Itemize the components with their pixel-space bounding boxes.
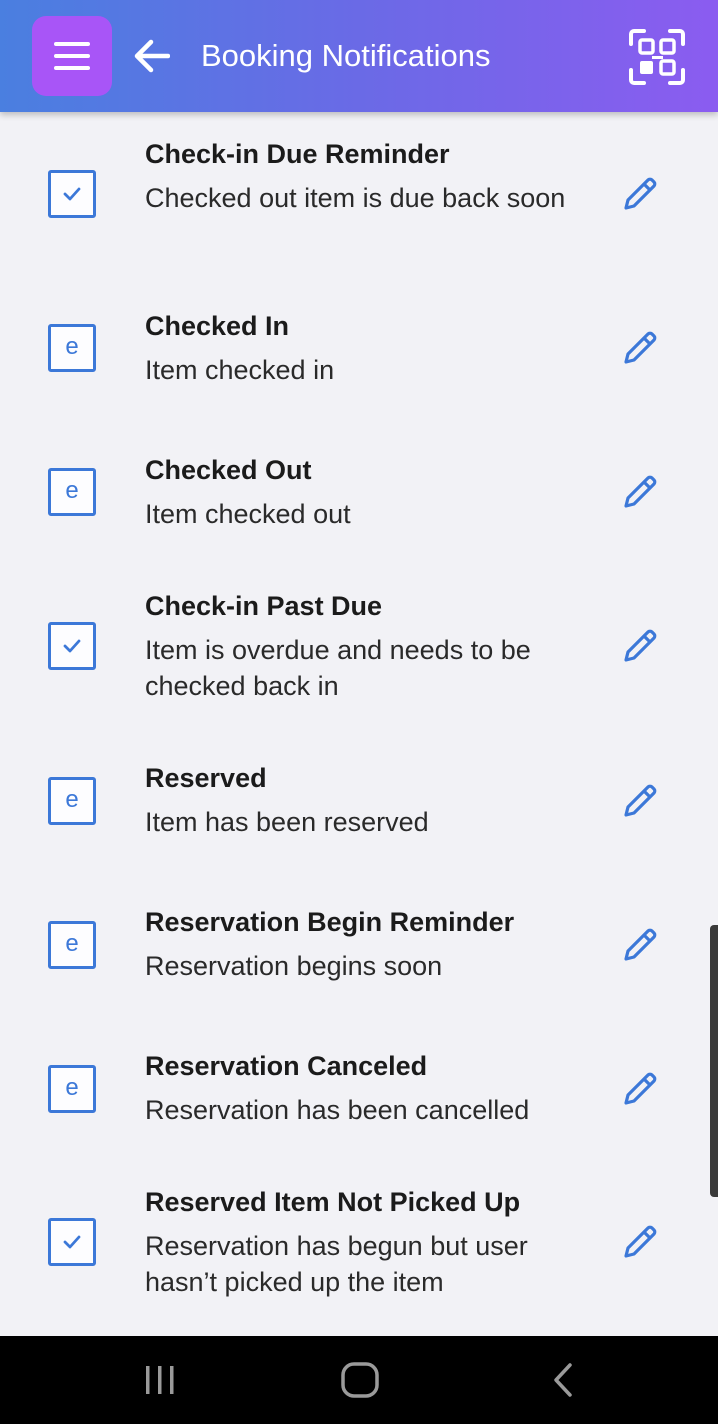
status-checkbox[interactable] — [48, 622, 96, 670]
status-mark: e — [65, 1074, 79, 1101]
status-mark: e — [65, 930, 79, 957]
status-checkbox[interactable]: e — [48, 468, 96, 516]
hamburger-menu-icon — [54, 42, 90, 70]
edit-button[interactable] — [618, 1067, 662, 1111]
edit-button[interactable] — [618, 470, 662, 514]
pencil-icon — [624, 784, 657, 817]
status-checkbox[interactable]: e — [48, 921, 96, 969]
pencil-icon — [624, 629, 657, 662]
system-back-button[interactable] — [533, 1356, 593, 1404]
notification-description: Reservation has begun but user hasn’t pi… — [145, 1231, 528, 1297]
notification-description: Item checked in — [145, 355, 335, 385]
status-checkbox[interactable]: e — [48, 324, 96, 372]
checkmark-icon — [63, 1235, 81, 1249]
edit-button[interactable] — [618, 923, 662, 967]
pencil-icon — [624, 1072, 657, 1105]
menu-button[interactable] — [32, 16, 112, 96]
edit-button[interactable] — [618, 624, 662, 668]
recent-apps-icon — [146, 1366, 174, 1394]
scan-button[interactable] — [626, 26, 688, 88]
list-item[interactable]: e Checked Out Item checked out — [0, 428, 718, 572]
notification-description: Item is overdue and needs to be checked … — [145, 635, 531, 701]
page-title: Booking Notifications — [201, 38, 491, 73]
notification-title: Check-in Past Due — [145, 591, 383, 621]
status-mark: e — [65, 786, 79, 813]
status-checkbox[interactable]: e — [48, 1065, 96, 1113]
list-item[interactable]: e Checked In Item checked in — [0, 284, 718, 428]
status-mark: e — [65, 477, 79, 504]
system-nav-bar — [0, 1336, 718, 1424]
pencil-icon — [624, 331, 657, 364]
edit-button[interactable] — [618, 172, 662, 216]
list-item[interactable]: Check-in Past Due Item is overdue and ne… — [0, 572, 718, 744]
list-item[interactable]: e Reservation Begin Reminder Reservation… — [0, 888, 718, 1032]
app-screen: Booking Notifications Check-in Due Remin… — [0, 0, 718, 1424]
status-checkbox[interactable] — [48, 170, 96, 218]
edit-button[interactable] — [618, 1220, 662, 1264]
status-checkbox[interactable]: e — [48, 777, 96, 825]
scrollbar[interactable] — [710, 925, 718, 1197]
status-checkbox[interactable] — [48, 1218, 96, 1266]
notification-description: Reservation begins soon — [145, 951, 443, 981]
notification-description: Item has been reserved — [145, 807, 429, 837]
notification-title: Reserved — [145, 763, 267, 793]
list-item[interactable]: Reserved Item Not Picked Up Reservation … — [0, 1176, 718, 1336]
notification-title: Reservation Begin Reminder — [145, 907, 515, 937]
notification-description: Checked out item is due back soon — [145, 183, 566, 213]
home-button[interactable] — [330, 1356, 390, 1404]
pencil-icon — [624, 928, 657, 961]
app-header: Booking Notifications — [0, 0, 718, 112]
arrow-left-icon — [134, 39, 170, 73]
recent-apps-button[interactable] — [130, 1356, 190, 1404]
notification-description: Reservation has been cancelled — [145, 1095, 530, 1125]
pencil-icon — [624, 177, 657, 210]
back-button[interactable] — [130, 34, 174, 78]
notification-description: Item checked out — [145, 499, 351, 529]
list-item[interactable]: Check-in Due Reminder Checked out item i… — [0, 112, 718, 284]
notification-title: Reservation Canceled — [145, 1051, 428, 1081]
checkmark-icon — [63, 187, 81, 201]
system-back-icon — [554, 1363, 572, 1397]
edit-button[interactable] — [618, 779, 662, 823]
pencil-icon — [624, 475, 657, 508]
home-icon — [341, 1362, 379, 1398]
pencil-icon — [624, 1225, 657, 1258]
checkmark-icon — [63, 639, 81, 653]
notification-title: Reserved Item Not Picked Up — [145, 1187, 521, 1217]
list-item[interactable]: e Reservation Canceled Reservation has b… — [0, 1032, 718, 1176]
edit-button[interactable] — [618, 326, 662, 370]
qr-scan-icon — [629, 29, 685, 85]
notification-title: Check-in Due Reminder — [145, 139, 450, 169]
status-mark: e — [65, 333, 79, 360]
notification-title: Checked In — [145, 311, 290, 341]
notification-title: Checked Out — [145, 455, 312, 485]
list-item[interactable]: e Reserved Item has been reserved — [0, 744, 718, 888]
